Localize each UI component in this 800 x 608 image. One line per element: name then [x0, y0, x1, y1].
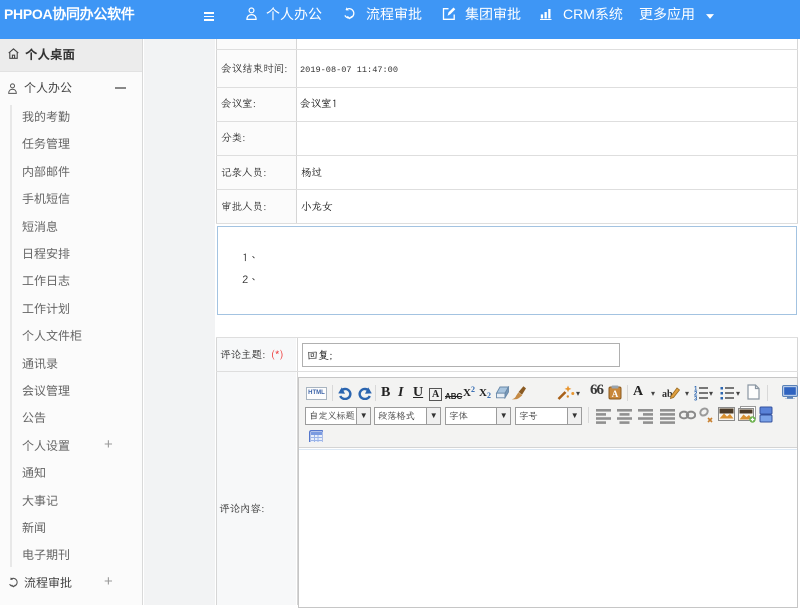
svg-text:3: 3 [694, 397, 698, 402]
svg-text:A: A [612, 389, 619, 399]
